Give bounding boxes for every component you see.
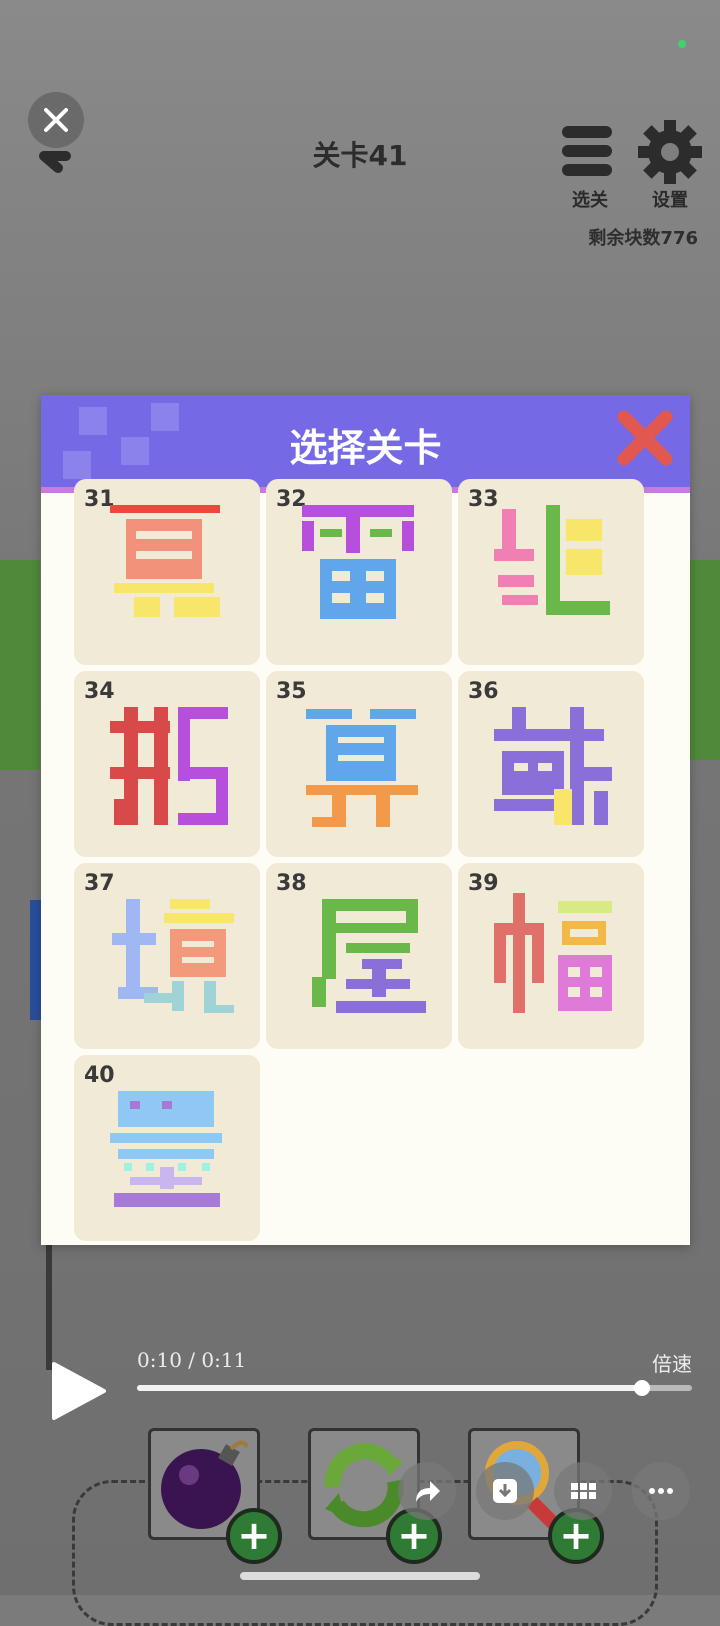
close-icon[interactable] [616, 409, 674, 467]
dialog-title: 选择关卡 [289, 426, 442, 470]
pixel-char-xia [110, 505, 220, 617]
level-card-33[interactable]: 33 [458, 479, 644, 665]
close-icon [44, 108, 68, 132]
pixel-char-dai [494, 707, 612, 825]
level-card-39[interactable]: 39 [458, 863, 644, 1049]
add-bomb-icon[interactable]: + [226, 1508, 282, 1564]
playback-time: 0:10 / 0:11 [137, 1348, 247, 1372]
level-card-36[interactable]: 36 [458, 671, 644, 857]
level-card-35[interactable]: 35 [266, 671, 452, 857]
progress-bar[interactable] [137, 1380, 692, 1396]
game-block-right [686, 560, 720, 760]
home-indicator[interactable] [240, 1572, 480, 1580]
level-select-dialog: 选择关卡 31 32 33 34 35 36 37 38 39 40 [41, 395, 690, 1245]
level-card-40[interactable]: 40 [74, 1055, 260, 1241]
share-icon [416, 1481, 440, 1502]
more-icon [649, 1488, 673, 1494]
level-card-32[interactable]: 32 [266, 479, 452, 665]
pixel-char-ji [494, 505, 610, 615]
pixel-char-e [110, 707, 228, 825]
game-pole [46, 1230, 52, 1370]
pixel-char-jing [112, 899, 234, 1013]
remaining-blocks: 剩余块数776 [588, 228, 698, 249]
download-button[interactable] [476, 1462, 534, 1520]
pixel-char-mo [110, 1091, 222, 1207]
share-button[interactable] [398, 1462, 456, 1520]
pixel-char-suan [306, 709, 418, 827]
grid-icon [571, 1483, 596, 1499]
recording-indicator [678, 40, 686, 48]
grid-view-button[interactable] [554, 1462, 612, 1520]
level-card-34[interactable]: 34 [74, 671, 260, 857]
progress-knob[interactable] [634, 1380, 651, 1396]
download-icon [493, 1479, 517, 1503]
level-card-37[interactable]: 37 [74, 863, 260, 1049]
level-card-31[interactable]: 31 [74, 479, 260, 665]
progress-fill [137, 1385, 643, 1391]
pixel-char-wu [312, 899, 426, 1013]
gear-icon[interactable] [636, 118, 704, 186]
game-block-left [0, 560, 40, 770]
more-button[interactable] [632, 1462, 690, 1520]
menu-icon[interactable] [562, 124, 614, 178]
pixel-char-fu [494, 893, 612, 1013]
playback-speed-button[interactable]: 倍速 [652, 1348, 692, 1377]
level-card-38[interactable]: 38 [266, 863, 452, 1049]
play-icon[interactable] [50, 1360, 108, 1422]
pixel-char-lei [302, 505, 414, 619]
settings-label: 设置 [652, 190, 688, 211]
level-select-label: 选关 [572, 190, 608, 211]
